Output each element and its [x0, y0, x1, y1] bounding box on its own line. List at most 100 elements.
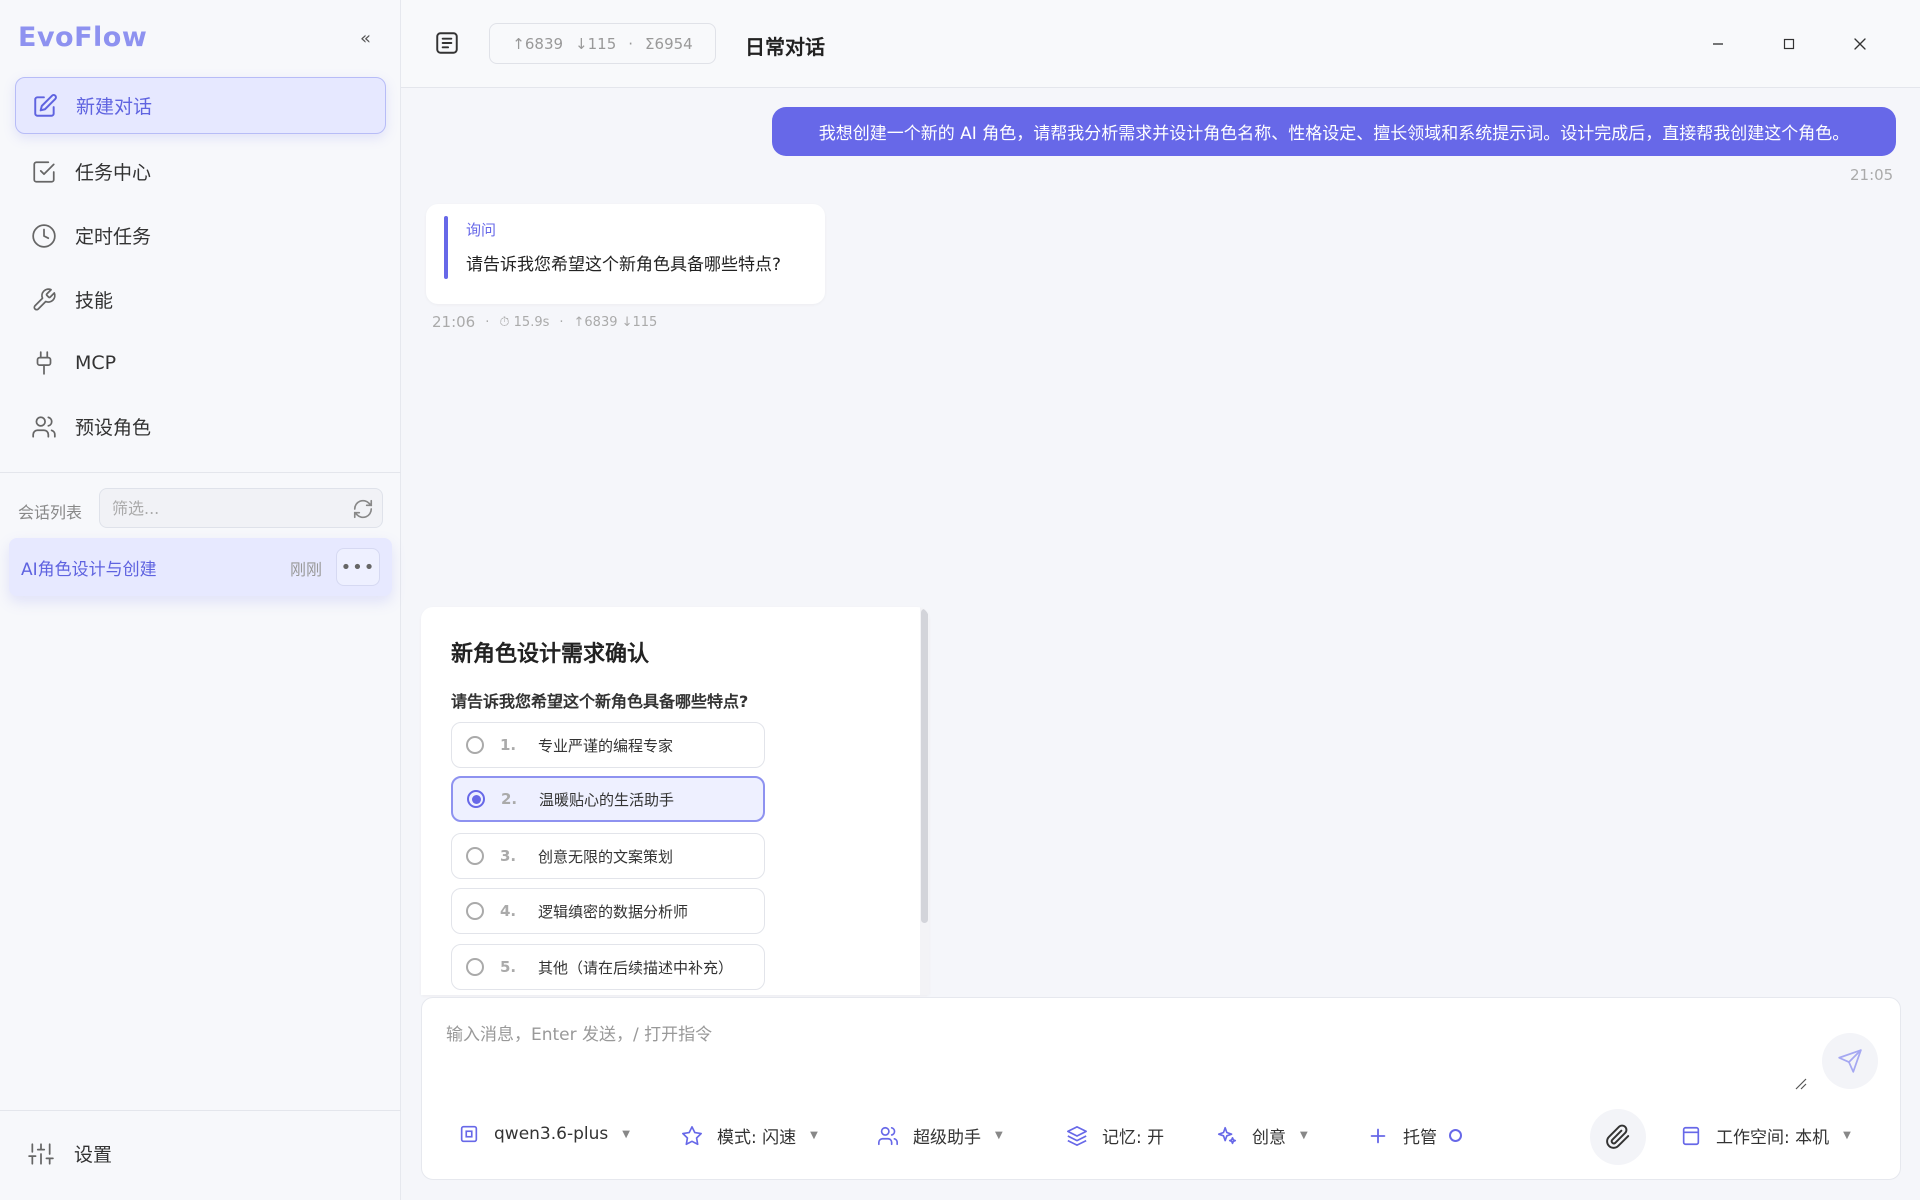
option-5[interactable]: 5. 其他（请在后续描述中补充） — [451, 944, 765, 990]
session-more-button[interactable]: ••• — [336, 548, 380, 586]
sliders-icon — [28, 1142, 54, 1165]
option-3[interactable]: 3. 创意无限的文案策划 — [451, 833, 765, 879]
meta-duration: 15.9s — [513, 314, 550, 330]
header: ↑6839 ↓115 · Σ6954 日常对话 — [401, 0, 1920, 88]
divider — [0, 1110, 401, 1111]
sum-icon: Σ — [645, 34, 655, 53]
question-text: 请告诉我您希望这个新角色具备哪些特点? — [451, 692, 749, 711]
send-icon — [1838, 1049, 1862, 1073]
composer: qwen3.6-plus ▼ 模式: 闪速 ▼ 超级助手 ▼ 记忆: 开 创意 … — [421, 997, 1901, 1180]
message-meta: 21:06 · ⏱ 15.9s · ↑6839 ↓115 — [432, 313, 657, 331]
app-logo: EvoFlow — [18, 22, 148, 53]
minimize-icon — [1713, 43, 1723, 45]
option-number: 1. — [500, 736, 517, 754]
option-label: 温暖贴心的生活助手 — [539, 790, 675, 809]
chevron-down-icon: ▼ — [1300, 1130, 1308, 1141]
attach-button[interactable] — [1590, 1109, 1646, 1165]
creative-selector[interactable]: 创意 ▼ — [1216, 1123, 1308, 1148]
option-label: 其他（请在后续描述中补充） — [538, 958, 734, 977]
resize-grip-icon[interactable] — [1793, 1076, 1807, 1090]
nav-label: 新建对话 — [76, 96, 153, 118]
maximize-icon — [1783, 38, 1795, 50]
meta-separator: · — [485, 314, 490, 330]
star-icon — [682, 1125, 702, 1145]
option-number: 5. — [500, 958, 517, 976]
radio-button[interactable] — [466, 958, 484, 976]
agent-selector[interactable]: 超级助手 ▼ — [877, 1123, 1003, 1148]
creative-label: 创意 — [1252, 1128, 1286, 1148]
tokens-down: 115 — [587, 34, 617, 53]
option-number: 3. — [500, 847, 517, 865]
memory-toggle[interactable]: 记忆: 开 — [1066, 1123, 1164, 1148]
chevron-down-icon: ▼ — [810, 1130, 818, 1141]
model-label: qwen3.6-plus — [494, 1124, 609, 1144]
workspace-selector[interactable]: 工作空间: 本机 ▼ — [1680, 1123, 1851, 1148]
token-separator: · — [628, 34, 634, 53]
meta-time: 21:06 — [432, 313, 476, 331]
radio-button[interactable] — [467, 790, 485, 808]
session-time: 刚刚 — [290, 560, 323, 579]
option-label: 创意无限的文案策划 — [538, 847, 674, 866]
session-item[interactable]: AI角色设计与创建 刚刚 ••• — [9, 538, 392, 596]
option-number: 2. — [501, 790, 518, 808]
paperclip-icon — [1606, 1124, 1630, 1149]
plus-icon — [1370, 1128, 1386, 1143]
divider — [0, 472, 401, 473]
nav-skills[interactable]: 技能 — [15, 271, 386, 328]
memory-label: 记忆: 开 — [1102, 1128, 1165, 1148]
model-icon — [460, 1125, 478, 1143]
scrollbar-thumb[interactable] — [921, 609, 928, 923]
nav-mcp[interactable]: MCP — [15, 334, 386, 391]
meta-tokens: ↑6839 ↓115 — [573, 314, 658, 330]
nav-label: MCP — [75, 351, 117, 374]
option-2[interactable]: 2. 温暖贴心的生活助手 — [451, 776, 765, 822]
send-button[interactable] — [1822, 1033, 1878, 1089]
option-label: 逻辑缜密的数据分析师 — [538, 902, 689, 921]
close-button[interactable] — [1848, 32, 1872, 56]
collapse-sidebar-icon[interactable]: « — [360, 28, 371, 49]
chevron-down-icon: ▼ — [995, 1130, 1003, 1141]
maximize-button[interactable] — [1777, 32, 1801, 56]
toggle-indicator[interactable] — [1449, 1129, 1462, 1142]
nav-label: 技能 — [75, 290, 114, 312]
workspace-label: 工作空间: 本机 — [1716, 1128, 1830, 1148]
minimize-button[interactable] — [1706, 32, 1730, 56]
toggle-panel-icon[interactable] — [434, 30, 460, 56]
managed-label: 托管 — [1403, 1128, 1437, 1148]
user-message: 我想创建一个新的 AI 角色，请帮我分析需求并设计角色名称、性格设定、擅长领域和… — [772, 107, 1896, 156]
option-1[interactable]: 1. 专业严谨的编程专家 — [451, 722, 765, 768]
ask-label: 询问 — [466, 221, 497, 239]
meta-separator: · — [559, 314, 564, 330]
nav-scheduled-tasks[interactable]: 定时任务 — [15, 207, 386, 264]
session-list-label: 会话列表 — [18, 503, 83, 522]
chevron-down-icon: ▼ — [1843, 1130, 1851, 1141]
radio-button[interactable] — [466, 847, 484, 865]
session-filter-input[interactable] — [112, 498, 332, 518]
mode-label: 模式: 闪速 — [717, 1128, 797, 1148]
model-selector[interactable]: qwen3.6-plus ▼ — [458, 1123, 630, 1145]
agent-label: 超级助手 — [913, 1128, 981, 1148]
tokens-up: 6839 — [524, 34, 564, 53]
option-label: 专业严谨的编程专家 — [538, 736, 674, 755]
user-message-time: 21:05 — [1850, 166, 1894, 184]
nav-preset-roles[interactable]: 预设角色 — [15, 398, 386, 455]
nav-label: 预设角色 — [75, 417, 152, 439]
chevron-down-icon: ▼ — [622, 1128, 630, 1140]
nav-new-chat[interactable]: 新建对话 — [15, 77, 386, 134]
ask-text: 请告诉我您希望这个新角色具备哪些特点? — [466, 255, 782, 275]
nav-task-center[interactable]: 任务中心 — [15, 143, 386, 200]
folder-icon — [1682, 1126, 1700, 1145]
mode-selector[interactable]: 模式: 闪速 ▼ — [681, 1123, 818, 1148]
settings-button[interactable]: 设置 — [28, 1140, 112, 1167]
users-icon — [29, 412, 59, 442]
option-4[interactable]: 4. 逻辑缜密的数据分析师 — [451, 888, 765, 934]
question-panel-scrollbar[interactable] — [920, 607, 929, 995]
radio-button[interactable] — [466, 736, 484, 754]
managed-toggle[interactable]: 托管 — [1367, 1123, 1462, 1148]
radio-button[interactable] — [466, 902, 484, 920]
plug-icon — [29, 348, 59, 378]
timer-icon: ⏱ — [499, 314, 510, 330]
ask-accent-bar — [444, 216, 448, 279]
refresh-icon[interactable] — [352, 498, 374, 520]
message-input[interactable] — [446, 1020, 1766, 1080]
